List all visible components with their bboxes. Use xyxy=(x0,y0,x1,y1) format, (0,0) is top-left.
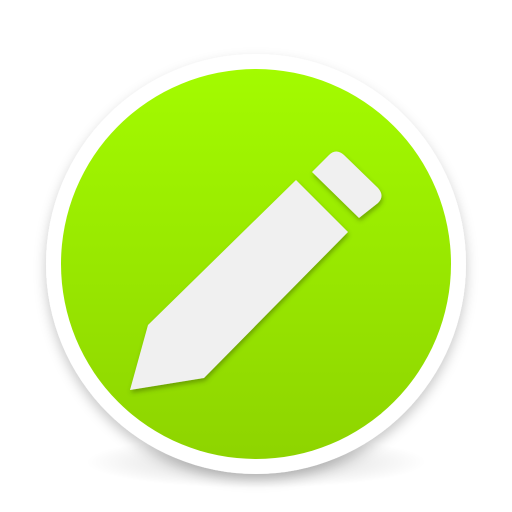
app-icon-canvas xyxy=(0,0,512,512)
edit-app-icon[interactable] xyxy=(0,0,512,512)
